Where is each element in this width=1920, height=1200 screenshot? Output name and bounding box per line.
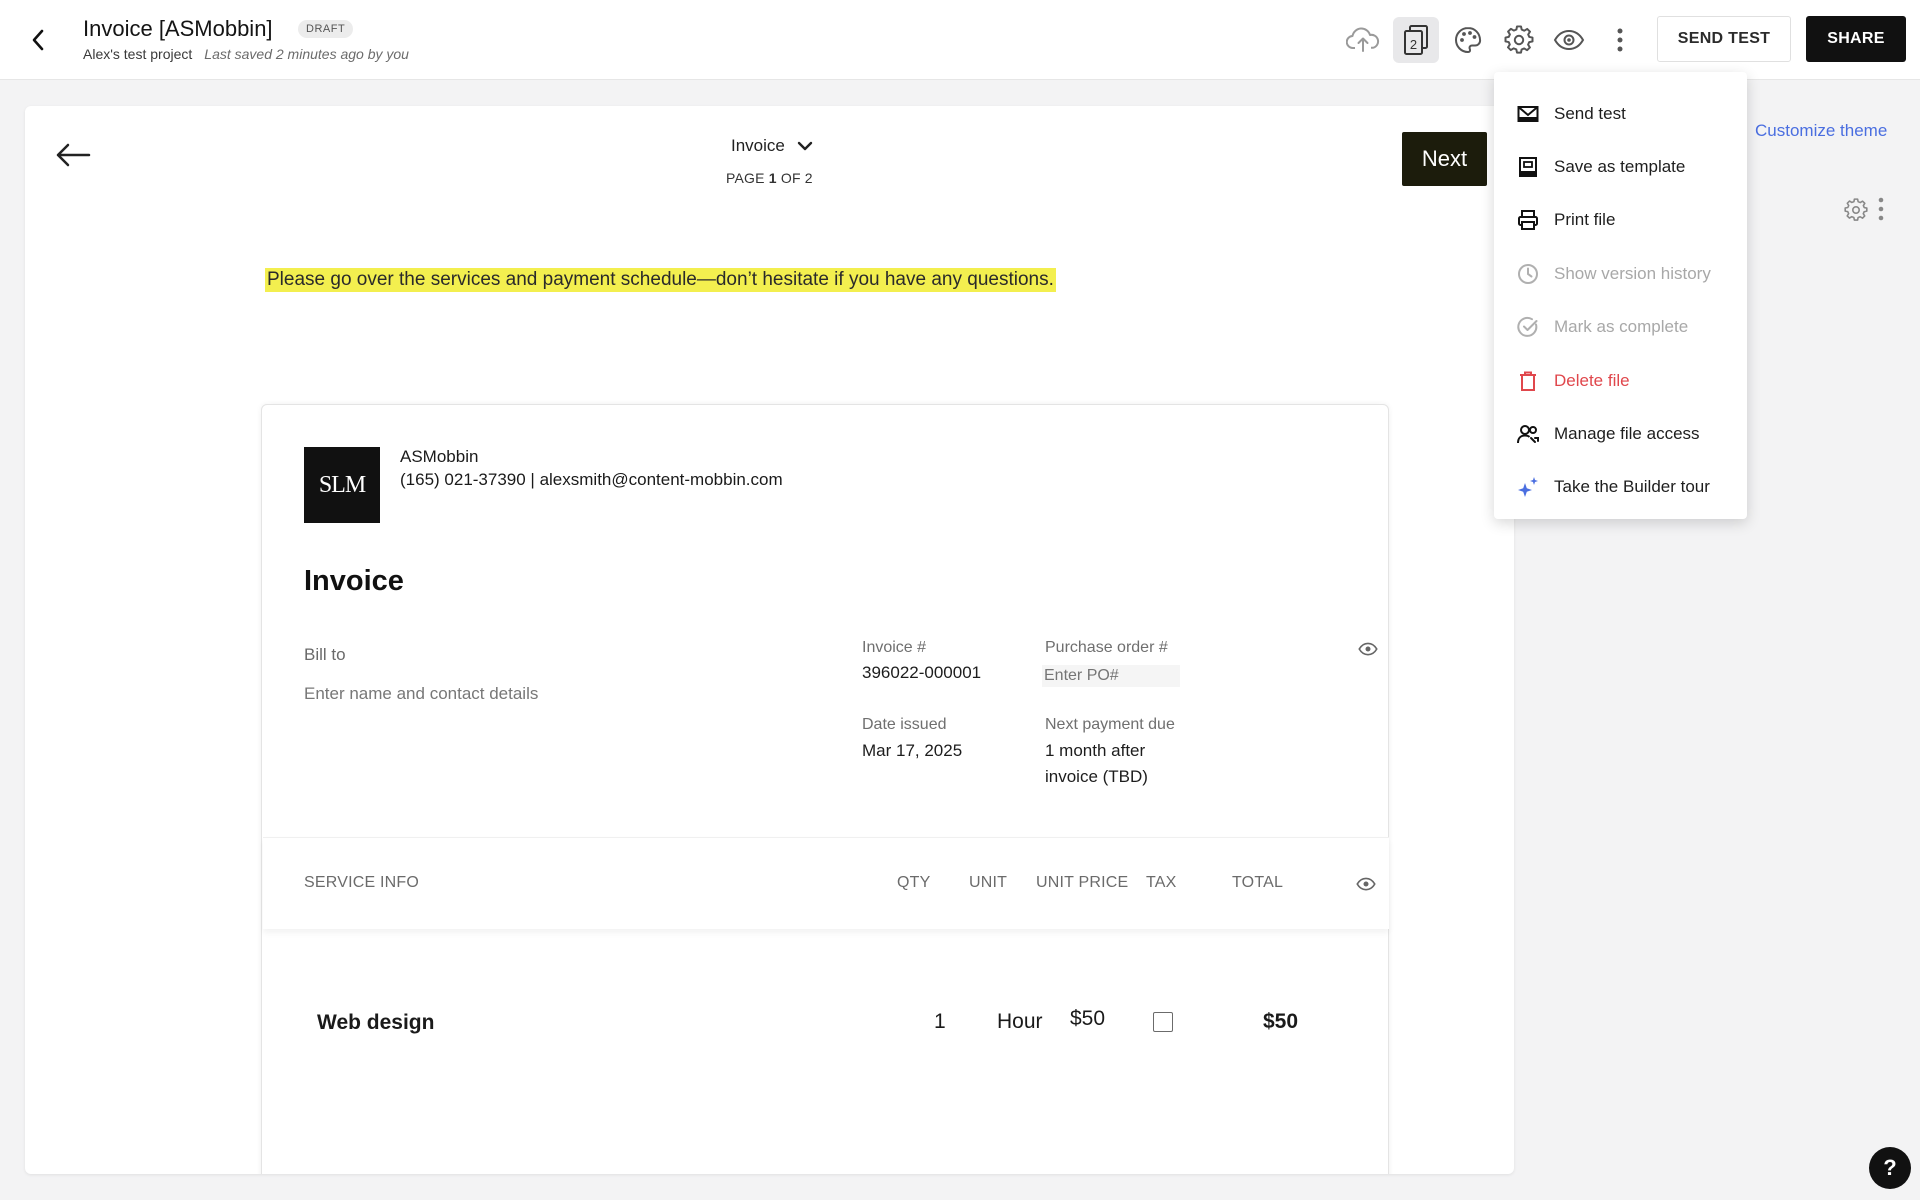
purchase-order-input[interactable] <box>1042 665 1180 687</box>
eye-icon[interactable] <box>1356 876 1376 897</box>
palette-icon[interactable] <box>1448 20 1488 60</box>
menu-item-manage-file-access[interactable]: Manage file access <box>1494 407 1747 460</box>
company-logo[interactable]: SLM <box>304 447 380 523</box>
service-qty[interactable]: 1 <box>934 1010 946 1034</box>
service-unit-price[interactable]: $50 <box>1070 1007 1105 1031</box>
menu-item-save-as-template[interactable]: Save as template <box>1494 140 1747 193</box>
more-vertical-icon[interactable] <box>1600 20 1640 60</box>
service-name[interactable]: Web design <box>317 1011 434 1035</box>
next-button[interactable]: Next <box>1402 132 1487 186</box>
help-button[interactable]: ? <box>1869 1147 1911 1189</box>
page-selector[interactable]: Invoice <box>731 136 813 156</box>
arrow-left-icon[interactable] <box>55 142 91 173</box>
company-name: ASMobbin <box>400 447 479 466</box>
more-vertical-icon[interactable] <box>1876 196 1886 227</box>
project-name[interactable]: Alex's test project <box>83 46 192 62</box>
next-payment-value: 1 month after <box>1045 741 1146 760</box>
check-circle-icon <box>1516 315 1540 339</box>
intro-message[interactable]: Please go over the services and payment … <box>265 268 1056 292</box>
column-header-unit-price: UNIT PRICE <box>1036 874 1129 891</box>
menu-item-delete-file[interactable]: Delete file <box>1494 354 1747 407</box>
service-table-header: SERVICE INFO QTY UNIT UNIT PRICE TAX TOT… <box>263 837 1389 929</box>
status-badge: DRAFT <box>298 20 354 38</box>
bill-to-field[interactable]: Enter name and contact details <box>304 684 538 704</box>
document-title: Invoice [ASMobbin] <box>83 16 273 41</box>
more-options-menu: Send test Save as template Print file Sh… <box>1494 72 1747 519</box>
tax-checkbox[interactable] <box>1153 1012 1173 1032</box>
invoice-heading: Invoice <box>304 565 404 597</box>
date-issued-label: Date issued <box>862 716 947 733</box>
trash-icon <box>1516 369 1540 393</box>
column-header-unit: UNIT <box>969 874 1008 891</box>
page-indicator: PAGE 1 OF 2 <box>726 170 813 186</box>
company-contact: (165) 021-37390 | alexsmith@content-mobb… <box>400 470 783 489</box>
gear-icon[interactable] <box>1844 198 1868 227</box>
menu-item-take-builder-tour[interactable]: Take the Builder tour <box>1494 460 1747 513</box>
share-button[interactable]: SHARE <box>1806 16 1906 62</box>
column-header-total: TOTAL <box>1232 874 1284 891</box>
top-bar: Invoice [ASMobbin] DRAFT Alex's test pro… <box>0 0 1920 80</box>
eye-icon[interactable] <box>1549 20 1589 60</box>
customize-theme-link[interactable]: Customize theme <box>1755 121 1887 141</box>
invoice-number-value: 396022-000001 <box>862 663 982 682</box>
invoice-block[interactable]: SLM ASMobbin (165) 021-37390 | alexsmith… <box>261 404 1389 1174</box>
eye-icon[interactable] <box>1358 641 1378 662</box>
pages-icon[interactable]: 2 <box>1393 17 1439 63</box>
service-unit[interactable]: Hour <box>997 1010 1043 1034</box>
document-subtitle: Alex's test project Last saved 2 minutes … <box>83 46 409 62</box>
menu-item-print-file[interactable]: Print file <box>1494 193 1747 246</box>
bill-to-label: Bill to <box>304 645 346 664</box>
date-issued-value[interactable]: Mar 17, 2025 <box>862 738 962 764</box>
chevron-left-icon[interactable] <box>24 24 52 56</box>
page-selector-label: Invoice <box>731 136 785 155</box>
purchase-order-label: Purchase order # <box>1045 639 1168 656</box>
next-payment-value-2: invoice (TBD) <box>1045 767 1148 786</box>
send-test-button[interactable]: SEND TEST <box>1657 16 1791 62</box>
invoice-number-label: Invoice # <box>862 639 927 656</box>
last-saved-text: Last saved 2 minutes ago by you <box>204 46 409 62</box>
column-header-service: SERVICE INFO <box>304 874 420 891</box>
cloud-upload-icon[interactable] <box>1343 20 1383 60</box>
menu-item-mark-as-complete[interactable]: Mark as complete <box>1494 300 1747 353</box>
sparkle-icon <box>1516 475 1540 499</box>
clock-icon <box>1516 262 1540 286</box>
user-access-icon <box>1516 422 1540 446</box>
envelope-icon <box>1516 102 1540 126</box>
gear-icon[interactable] <box>1499 20 1539 60</box>
menu-item-show-version-history[interactable]: Show version history <box>1494 247 1747 300</box>
menu-item-send-test[interactable]: Send test <box>1494 87 1747 140</box>
page-count-text: 2 <box>1410 37 1417 52</box>
service-total: $50 <box>1263 1010 1299 1033</box>
printer-icon <box>1516 208 1540 232</box>
column-header-tax: TAX <box>1146 874 1177 891</box>
column-header-qty: QTY <box>897 874 931 891</box>
template-icon <box>1516 155 1540 179</box>
chevron-down-icon <box>797 136 813 156</box>
editor-canvas: Invoice PAGE 1 OF 2 Next Please go over … <box>25 106 1514 1174</box>
next-payment-label: Next payment due <box>1045 716 1175 733</box>
